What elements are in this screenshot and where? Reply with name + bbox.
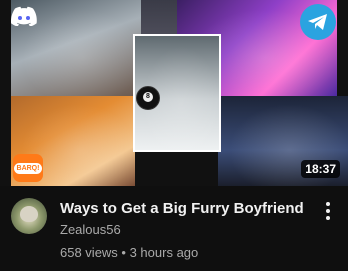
barq-icon: BARQ! — [13, 154, 43, 182]
video-thumbnail[interactable]: BARQ! 8 18:37 — [0, 0, 348, 186]
upload-age: 3 hours ago — [129, 245, 199, 260]
discord-icon — [11, 6, 37, 26]
meta-separator: • — [117, 245, 130, 260]
more-options-button[interactable] — [318, 199, 338, 223]
duration-badge: 18:37 — [301, 160, 340, 178]
video-meta: 658 views • 3 hours ago — [60, 245, 198, 260]
view-count: 658 views — [60, 245, 118, 260]
channel-avatar[interactable] — [11, 198, 47, 234]
menu-dot-icon — [326, 216, 330, 220]
telegram-icon — [300, 4, 336, 40]
8-ball-number: 8 — [143, 92, 153, 102]
barq-badge-text: BARQ! — [13, 162, 43, 174]
8-ball-icon: 8 — [136, 86, 160, 110]
menu-dot-icon — [326, 202, 330, 206]
video-title[interactable]: Ways to Get a Big Furry Boyfriend — [60, 199, 320, 219]
channel-name[interactable]: Zealous56 — [60, 222, 121, 237]
menu-dot-icon — [326, 209, 330, 213]
